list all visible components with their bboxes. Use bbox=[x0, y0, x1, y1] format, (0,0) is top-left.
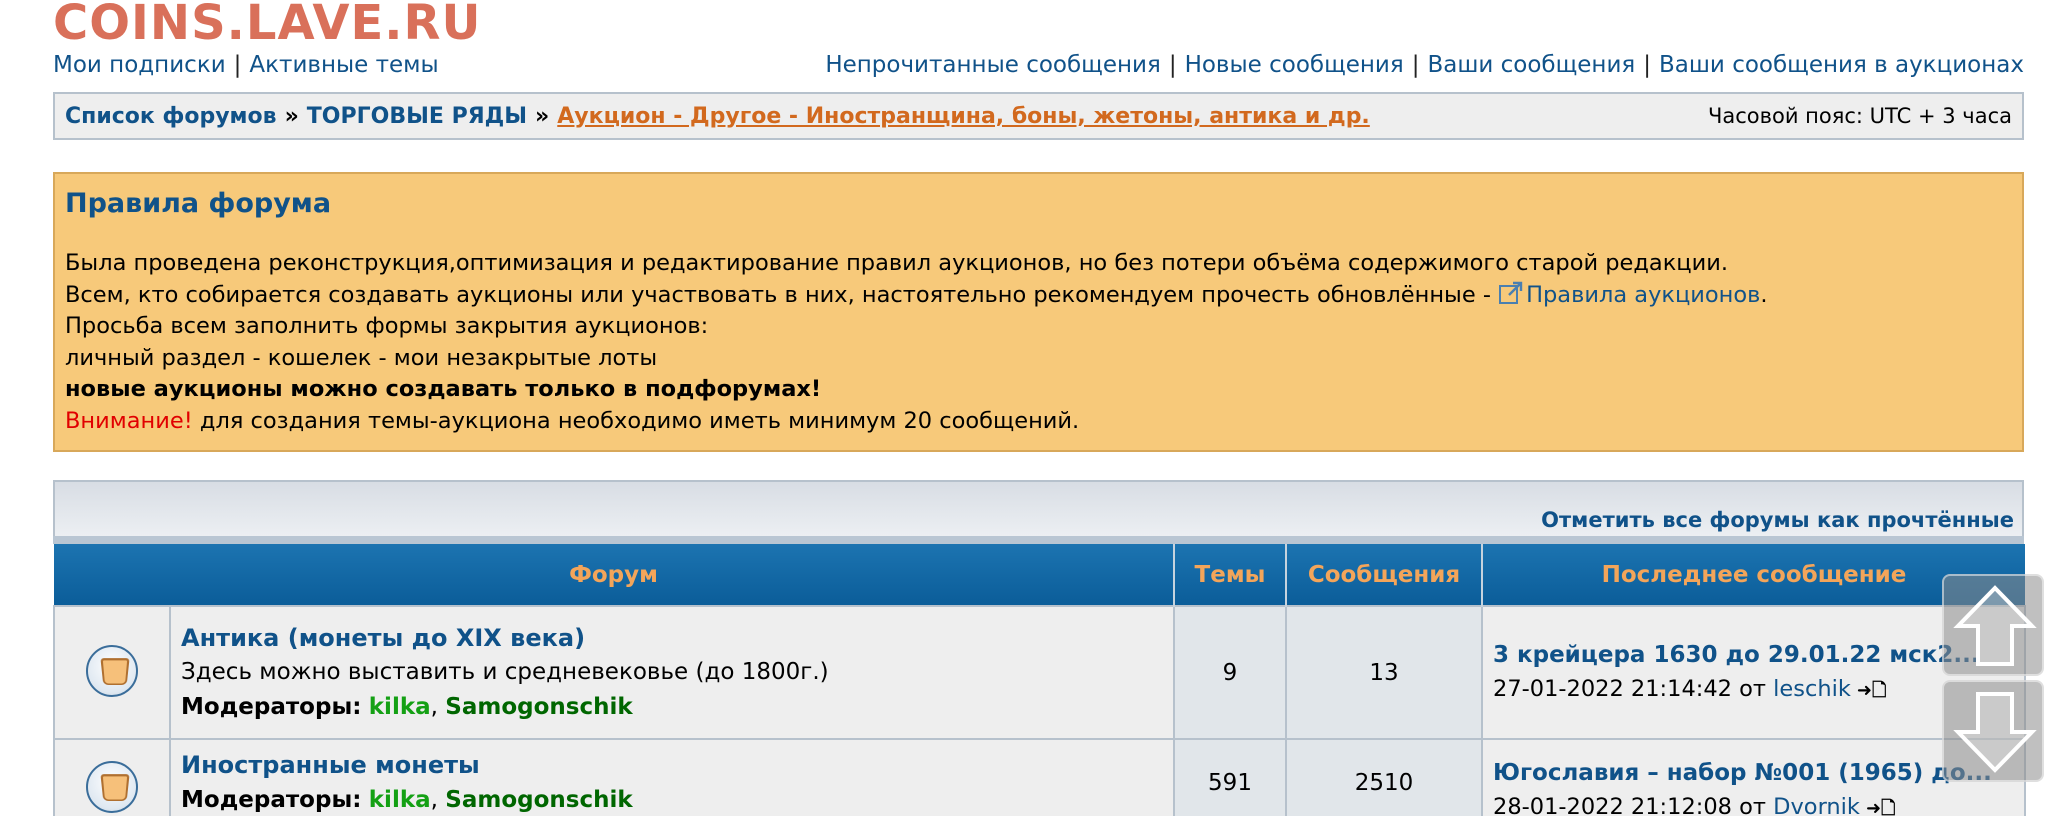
posts-count: 2510 bbox=[1285, 738, 1483, 816]
top-links-right: Непрочитанные сообщения | Новые сообщения |… bbox=[825, 50, 2024, 80]
go-to-last-post-icon[interactable]: ➜🗋 bbox=[1857, 674, 1887, 708]
forum-info-cell: Антика (монеты до XIX века) Здесь можно … bbox=[169, 605, 1175, 740]
site-logo[interactable]: COINS.LAVE.RU bbox=[53, 0, 481, 52]
your-auction-posts-link[interactable]: Ваши сообщения в аукционах bbox=[1659, 52, 2024, 78]
auction-rules-link[interactable]: Правила аукционов bbox=[1526, 282, 1760, 308]
last-post-title-link[interactable]: 3 крейцера 1630 до 29.01.22 мск2... bbox=[1493, 638, 2014, 672]
scroll-down-button[interactable] bbox=[1942, 680, 2044, 782]
rules-line-3: Просьба всем заполнить формы закрытия ау… bbox=[65, 313, 709, 340]
forum-icon-cell bbox=[53, 605, 171, 740]
rules-line-2: Всем, кто собирается создавать аукционы … bbox=[65, 280, 2012, 312]
forum-name-link[interactable]: Антика (монеты до XIX века) bbox=[181, 621, 1163, 655]
forum-icon-cell bbox=[53, 738, 171, 816]
warning-label: Внимание! bbox=[65, 407, 193, 434]
rules-line-5: новые аукционы можно создавать только в … bbox=[65, 376, 822, 403]
rules-title: Правила форума bbox=[65, 188, 332, 219]
divider bbox=[53, 536, 2024, 544]
rules-line-6-text: для создания темы-аукциона необходимо им… bbox=[192, 407, 1080, 434]
forum-read-icon bbox=[86, 644, 138, 697]
top-links-left: Мои подписки | Активные темы bbox=[53, 50, 439, 80]
scroll-up-button[interactable] bbox=[1942, 574, 2044, 676]
header-posts: Сообщения bbox=[1286, 544, 1483, 606]
forum-moderators: Модераторы: kilka, Samogonschik bbox=[181, 693, 633, 720]
forum-moderators: Модераторы: kilka, Samogonschik bbox=[181, 787, 633, 813]
timezone-label: Часовой пояс: UTC + 3 часа bbox=[1707, 104, 2012, 128]
rules-line-2-suffix: . bbox=[1760, 281, 1768, 308]
rules-line-6: Внимание! для создания темы-аукциона нео… bbox=[65, 406, 2012, 438]
mark-all-read-link[interactable]: Отметить все форумы как прочтённые bbox=[1541, 508, 2014, 532]
forum-name-link[interactable]: Иностранные монеты bbox=[181, 748, 1163, 782]
rules-line-2-text: Всем, кто собирается создавать аукционы … bbox=[65, 281, 1499, 308]
mark-all-read-bar: Отметить все форумы как прочтённые bbox=[53, 480, 2024, 542]
last-post-date: 27-01-2022 21:14:42 bbox=[1493, 675, 1732, 702]
topics-count: 591 bbox=[1173, 738, 1287, 816]
forum-description: Здесь можно выставить и средневековье (д… bbox=[181, 658, 829, 685]
forum-table: Форум Темы Сообщения Последнее сообщение… bbox=[53, 544, 2026, 816]
last-post-meta: 28-01-2022 21:12:08 от Dvornik ➜🗋 bbox=[1493, 790, 2014, 816]
breadcrumb-current-forum[interactable]: Аукцион - Другое - Иностранщина, боны, ж… bbox=[557, 104, 1370, 129]
last-post-by: от bbox=[1739, 794, 1766, 816]
rules-line-1: Была проведена реконструкция,оптимизация… bbox=[65, 250, 1729, 276]
moderators-label: Модераторы: bbox=[181, 787, 362, 813]
table-row: Антика (монеты до XIX века) Здесь можно … bbox=[53, 605, 2026, 740]
table-row: Иностранные монеты Модераторы: kilka, Sa… bbox=[53, 738, 2026, 816]
new-posts-link[interactable]: Новые сообщения bbox=[1185, 52, 1404, 78]
your-posts-link[interactable]: Ваши сообщения bbox=[1427, 52, 1635, 78]
table-header: Форум Темы Сообщения Последнее сообщение bbox=[54, 544, 2025, 606]
moderator-link[interactable]: Samogonschik bbox=[445, 787, 632, 813]
breadcrumb: Список форумов » ТОРГОВЫЕ РЯДЫ » Аукцион - Д… bbox=[65, 104, 1370, 129]
moderator-link[interactable]: Samogonschik bbox=[445, 694, 632, 720]
separator: | bbox=[233, 52, 242, 78]
forum-info-cell: Иностранные монеты Модераторы: kilka, Sa… bbox=[169, 738, 1175, 816]
last-post-meta: 27-01-2022 21:14:42 от leschik ➜🗋 bbox=[1493, 672, 2014, 708]
topics-count: 9 bbox=[1173, 605, 1287, 740]
last-post-user-link[interactable]: leschik bbox=[1773, 676, 1851, 702]
header-forum: Форум bbox=[54, 544, 1175, 606]
breadcrumb-bar: Список форумов » ТОРГОВЫЕ РЯДЫ » Аукцион - Д… bbox=[53, 92, 2024, 140]
rules-line-4: личный раздел - кошелек - мои незакрытые… bbox=[65, 344, 658, 371]
last-post-title-link[interactable]: Югославия – набор №001 (1965) до... bbox=[1493, 756, 2014, 790]
forum-rules-box: Правила форума Была проведена реконструк… bbox=[53, 172, 2024, 452]
breadcrumb-separator: » bbox=[284, 103, 299, 129]
separator: | bbox=[1411, 52, 1420, 78]
moderator-link[interactable]: kilka bbox=[369, 694, 431, 720]
separator: | bbox=[1168, 52, 1177, 78]
active-topics-link[interactable]: Активные темы bbox=[249, 52, 438, 78]
header-topics: Темы bbox=[1174, 544, 1287, 606]
last-post-user-link[interactable]: Dvornik bbox=[1773, 794, 1860, 816]
separator: | bbox=[1643, 52, 1652, 78]
last-post-by: от bbox=[1739, 675, 1766, 702]
go-to-last-post-icon[interactable]: ➜🗋 bbox=[1866, 792, 1896, 816]
breadcrumb-separator: » bbox=[535, 103, 550, 129]
unread-posts-link[interactable]: Непрочитанные сообщения bbox=[825, 52, 1161, 78]
breadcrumb-forum-index[interactable]: Список форумов bbox=[65, 104, 277, 129]
my-subscriptions-link[interactable]: Мои подписки bbox=[53, 52, 226, 78]
last-post-date: 28-01-2022 21:12:08 bbox=[1493, 794, 1732, 816]
moderators-label: Модераторы: bbox=[181, 693, 362, 720]
external-link-icon bbox=[1498, 280, 1524, 306]
moderator-link[interactable]: kilka bbox=[369, 787, 431, 813]
breadcrumb-trading-rows[interactable]: ТОРГОВЫЕ РЯДЫ bbox=[307, 104, 527, 129]
forum-read-icon bbox=[86, 761, 138, 813]
posts-count: 13 bbox=[1285, 605, 1483, 740]
